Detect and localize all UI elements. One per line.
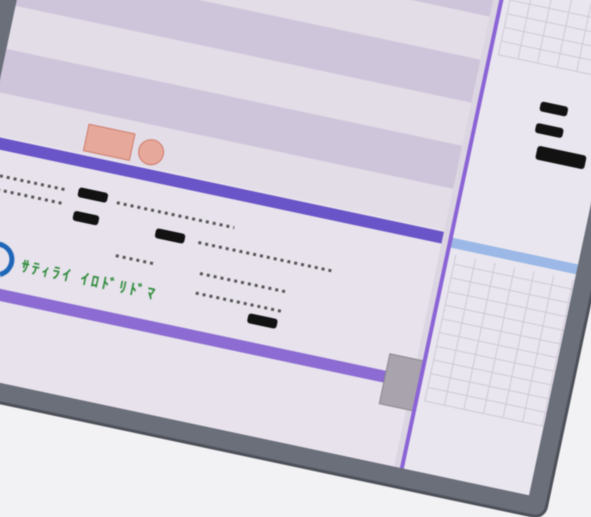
redacted-block [72, 210, 100, 226]
data-grid[interactable] [424, 254, 577, 428]
label-text-blur [0, 174, 69, 192]
label-text-blur [0, 188, 66, 206]
value-text-blur [198, 241, 336, 274]
redacted-block [246, 313, 279, 330]
value-text-blur [116, 201, 235, 230]
redacted-block [535, 145, 587, 170]
value-text-blur [199, 272, 289, 294]
redacted-block [534, 122, 565, 139]
redacted-block [77, 187, 109, 204]
value-text-blur [195, 291, 285, 314]
redacted-block [539, 101, 569, 117]
value-text-blur [115, 254, 156, 266]
redacted-block [154, 227, 186, 244]
screen: ｻﾃｨﾗｲ ｲﾛﾄﾞﾘﾄﾞﾏ [0, 0, 591, 496]
monitor-bezel: ｻﾃｨﾗｲ ｲﾛﾄﾞﾘﾄﾞﾏ [0, 0, 591, 517]
info-grid [497, 0, 591, 81]
